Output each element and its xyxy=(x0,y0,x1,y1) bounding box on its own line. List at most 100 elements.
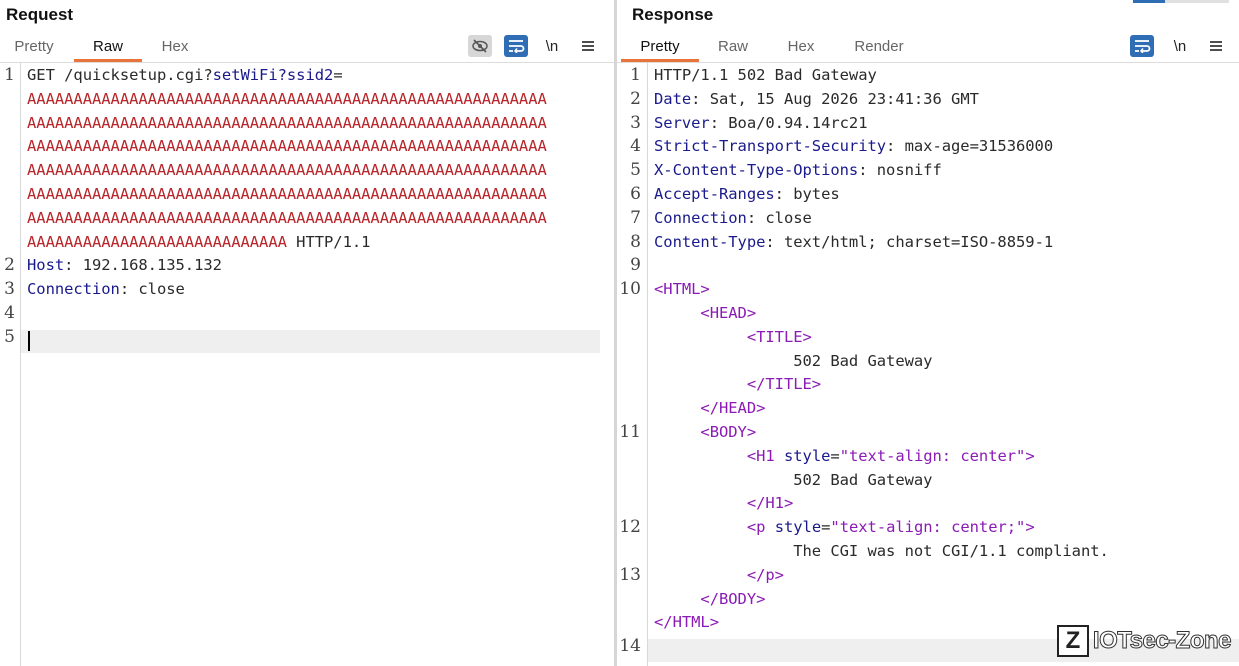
code-line: </TITLE> xyxy=(654,375,821,393)
code-line: HTTP/1.1 502 Bad Gateway xyxy=(654,66,877,84)
code-token: : bytes xyxy=(774,185,840,203)
request-editor[interactable]: GET /quicksetup.cgi?setWiFi?ssid2= AAAAAA… xyxy=(21,63,614,666)
tab-render[interactable]: Render xyxy=(843,36,915,60)
code-line: AAAAAAAAAAAAAAAAAAAAAAAAAAAAAAAAAAAAAAAA… xyxy=(27,114,547,132)
code-line: AAAAAAAAAAAAAAAAAAAAAAAAAAAAAAAAAAAAAAAA… xyxy=(27,161,547,179)
line-number: 5 xyxy=(4,326,15,347)
code-token: : text/html; charset=ISO-8859-1 xyxy=(765,232,1054,251)
code-token: : max-age=31536000 xyxy=(886,137,1054,156)
line-number-gutter: 1 2 3 4 5 xyxy=(0,63,21,666)
line-number: 3 xyxy=(630,112,641,133)
eye-off-icon[interactable] xyxy=(468,35,492,57)
code-line: Content-Type: text/html; charset=ISO-885… xyxy=(654,233,1053,251)
code-token: > xyxy=(1025,518,1035,537)
tab-pretty[interactable]: Pretty xyxy=(621,36,699,62)
tab-pretty[interactable]: Pretty xyxy=(0,36,68,60)
code-token: AAAAAAAAAAAAAAAAAAAAAAAAAAAAAAAAAAAAAAAA… xyxy=(27,113,547,132)
code-token: Host xyxy=(27,256,65,275)
line-number: 13 xyxy=(619,564,641,585)
line-number: 4 xyxy=(4,303,15,323)
tab-raw[interactable]: Raw xyxy=(74,36,142,62)
line-number: 2 xyxy=(4,255,15,276)
code-line: </p> xyxy=(654,566,784,584)
menu-icon[interactable] xyxy=(1204,35,1228,57)
line-number: 8 xyxy=(630,231,641,252)
code-line: </H1> xyxy=(654,494,793,512)
tab-hex[interactable]: Hex xyxy=(773,36,829,60)
line-number-gutter: 1 2 3 4 5 6 7 8 9 10 11 12 13 14 xyxy=(617,63,648,666)
code-line: AAAAAAAAAAAAAAAAAAAAAAAAAAAAAAAAAAAAAAAA… xyxy=(27,209,547,227)
code-line: Host: 192.168.135.132 xyxy=(27,256,222,274)
menu-icon[interactable] xyxy=(576,35,600,57)
tab-hex[interactable]: Hex xyxy=(142,36,208,60)
code-token: </H1> xyxy=(746,494,794,513)
code-token: = xyxy=(821,518,831,537)
code-token: The CGI was not CGI/1.1 compliant. xyxy=(654,542,1109,560)
code-line: Accept-Ranges: bytes xyxy=(654,185,840,203)
code-line: <TITLE> xyxy=(654,328,812,346)
code-line: AAAAAAAAAAAAAAAAAAAAAAAAAAAAAAAAAAAAAAAA… xyxy=(27,185,547,203)
line-number: 1 xyxy=(630,65,641,85)
line-number: 4 xyxy=(630,136,641,157)
watermark-text: IOTsec-Zone xyxy=(1092,627,1232,655)
response-editor[interactable]: HTTP/1.1 502 Bad Gateway Date: Sat, 15 Au… xyxy=(648,63,1239,666)
code-line: X-Content-Type-Options: nosniff xyxy=(654,161,942,179)
code-token: </TITLE> xyxy=(746,375,822,394)
request-title: Request xyxy=(6,5,74,24)
code-token: <H1 xyxy=(746,446,784,465)
pane-size-indicator[interactable] xyxy=(1133,0,1229,3)
code-line: Date: Sat, 15 Aug 2026 23:41:36 GMT xyxy=(654,90,979,108)
code-line: Strict-Transport-Security: max-age=31536… xyxy=(654,137,1053,155)
line-number: 6 xyxy=(630,184,641,204)
newline-toggle-button[interactable]: \n xyxy=(540,35,564,57)
current-line-highlight xyxy=(21,330,600,353)
code-line: <p style="text-align: center;"> xyxy=(654,518,1035,536)
line-number: 9 xyxy=(630,255,641,276)
wrap-icon[interactable] xyxy=(1130,35,1154,57)
code-token: AAAAAAAAAAAAAAAAAAAAAAAAAAAAAAAAAAAAAAAA… xyxy=(27,89,547,108)
code-token: </HTML> xyxy=(654,613,719,632)
line-number: 7 xyxy=(630,207,641,228)
code-token: AAAAAAAAAAAAAAAAAAAAAAAAAAAAAAAAAAAAAAAA… xyxy=(27,137,547,156)
response-pane: Response Pretty Raw Hex Render \n 123456… xyxy=(617,0,1239,666)
code-token: 502 Bad Gateway xyxy=(654,351,933,370)
code-token: 502 Bad Gateway xyxy=(654,470,933,489)
code-token: : close xyxy=(119,280,185,299)
code-token: > xyxy=(1025,446,1035,465)
line-number: 10 xyxy=(619,279,641,300)
code-line: AAAAAAAAAAAAAAAAAAAAAAAAAAAA HTTP/1.1 xyxy=(27,233,370,251)
code-token: <BODY> xyxy=(700,423,757,441)
code-token: Connection xyxy=(27,280,120,299)
code-token: "text-align: center;" xyxy=(830,518,1026,537)
code-line: <BODY> xyxy=(654,423,756,441)
code-token: Accept-Ranges xyxy=(654,185,775,203)
code-line: </HEAD> xyxy=(654,399,765,417)
response-title: Response xyxy=(632,5,714,24)
code-token: "text-align: center" xyxy=(839,446,1026,465)
code-token: <p xyxy=(746,518,775,537)
code-token: : 192.168.135.132 xyxy=(64,256,222,275)
code-token: : close xyxy=(746,208,812,227)
wrap-icon[interactable] xyxy=(504,35,528,57)
code-line: GET /quicksetup.cgi?setWiFi?ssid2= xyxy=(27,66,343,84)
newline-toggle-button[interactable]: \n xyxy=(1168,35,1192,57)
code-token: Date xyxy=(654,89,692,108)
code-token: X-Content-Type-Options xyxy=(654,161,859,180)
code-token: GET /quicksetup.cgi? xyxy=(27,66,213,84)
code-token: <TITLE> xyxy=(746,327,812,346)
text-caret xyxy=(28,331,30,351)
code-token: Server xyxy=(654,113,710,132)
code-line: </HTML> xyxy=(654,613,719,631)
line-number: 11 xyxy=(619,422,641,442)
code-token: <HTML> xyxy=(654,280,710,299)
code-token: : nosniff xyxy=(858,161,942,180)
line-number: 12 xyxy=(619,517,641,538)
code-token: = xyxy=(333,66,343,84)
tab-raw[interactable]: Raw xyxy=(703,36,763,60)
